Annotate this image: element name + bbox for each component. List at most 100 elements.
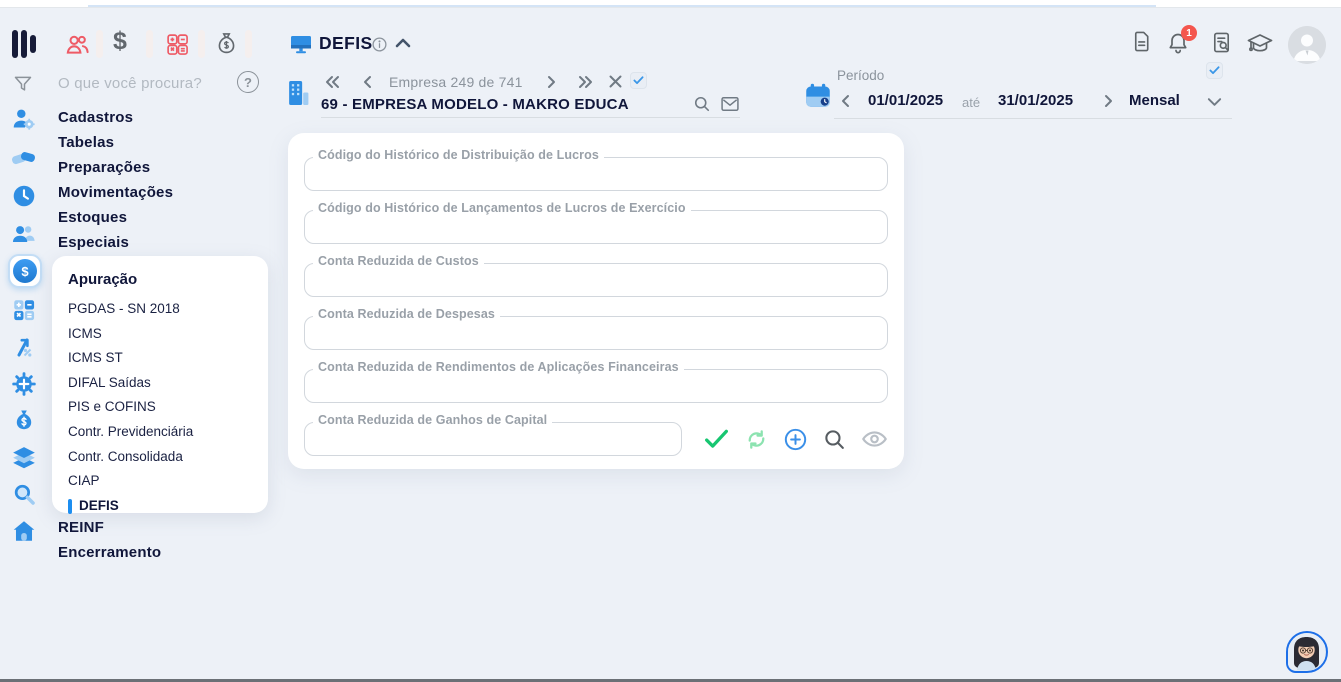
period-mode-chevron-down-icon[interactable] [1206,95,1223,114]
company-counter: Empresa 249 de 741 [389,74,523,90]
period-checkbox[interactable] [1206,62,1223,79]
layers-icon[interactable] [11,445,37,476]
chat-assistant-button[interactable] [1286,631,1328,673]
period-mode-select[interactable]: Mensal [1129,92,1180,109]
training-graduation-cap-icon[interactable] [1246,32,1274,61]
form-actions [703,427,888,452]
clients-icon[interactable] [64,31,91,63]
field-label: Conta Reduzida de Despesas [313,307,500,321]
submenu-title-apuracao[interactable]: Apuração [68,268,268,292]
notification-badge: 1 [1181,25,1197,41]
movimentacoes-clock-icon[interactable] [11,183,37,214]
company-active-checkbox[interactable] [630,72,647,89]
dollar-quick-icon[interactable]: $ [113,27,127,56]
calculator-quick-icon[interactable] [165,32,190,62]
field-distribuicao-lucros-input[interactable] [304,157,888,191]
period-until-label: até [962,95,981,110]
sidebar-item-movimentacoes[interactable]: Movimentações [58,180,173,205]
sidebar-item-cadastros[interactable]: Cadastros [58,105,173,130]
sidebar-item-encerramento[interactable]: Encerramento [58,540,161,565]
company-underline [321,117,740,118]
defis-form-card: Código do Histórico de Distribuição de L… [288,133,904,469]
progress-line [88,5,1156,7]
preparacoes-handshake-icon[interactable] [10,146,38,175]
last-company-button[interactable] [576,73,596,96]
page-title: DEFIS [319,33,373,53]
calendar-icon[interactable] [804,82,832,114]
assistant-avatar [1288,633,1325,670]
search-rail-icon[interactable] [12,482,37,512]
submenu-item-contr-consolidada[interactable]: Contr. Consolidada [68,445,268,470]
company-search-icon[interactable] [692,94,712,119]
especiais-people-icon[interactable] [11,221,37,252]
documents-icon[interactable] [1130,29,1153,59]
sidebar-item-especiais[interactable]: Especiais [58,230,173,255]
apuracao-submenu-panel: Apuração PGDAS - SN 2018 ICMS ICMS ST DI… [52,256,268,514]
help-question-icon[interactable]: ? [237,71,259,93]
field-ganhos-capital: Conta Reduzida de Ganhos de Capital [304,413,682,456]
money-bag-quick-icon[interactable] [214,31,239,63]
submenu-item-difal-saidas[interactable]: DIFAL Saídas [68,371,268,396]
submenu-item-icms-st[interactable]: ICMS ST [68,346,268,371]
field-conta-despesas-input[interactable] [304,316,888,350]
sidebar-menu: Cadastros Tabelas Preparações Movimentaç… [58,105,173,255]
cadastros-person-gear-icon[interactable] [11,106,37,137]
field-lancamentos-lucros: Código do Histórico de Lançamentos de Lu… [304,201,888,244]
field-lancamentos-lucros-input[interactable] [304,210,888,244]
period-end-date[interactable]: 31/01/2025 [998,92,1073,109]
apuracao-dollar-icon-active[interactable]: $ [8,254,42,288]
divider [96,30,103,58]
add-button[interactable] [783,427,808,452]
next-period-button[interactable] [1100,92,1116,115]
company-name-field[interactable]: 69 - EMPRESA MODELO - MAKRO EDUCA [321,96,629,113]
user-avatar[interactable] [1288,26,1326,64]
divider [198,30,205,58]
submenu-item-defis-selected[interactable]: DEFIS [68,494,268,519]
notifications-bell-icon[interactable]: 1 [1166,25,1197,61]
field-label: Conta Reduzida de Rendimentos de Aplicaç… [313,360,684,374]
field-conta-rendimentos-input[interactable] [304,369,888,403]
home-icon[interactable] [11,518,37,549]
clear-company-button[interactable] [607,73,624,95]
makro-logo[interactable] [11,29,39,59]
money-bag-rail-icon[interactable] [12,408,36,439]
confirm-check-button[interactable] [703,427,730,451]
gear-crosshair-icon[interactable] [11,371,37,402]
view-eye-button[interactable] [861,427,888,451]
period-label: Período [837,68,885,83]
next-company-button[interactable] [543,73,559,96]
submenu-item-contr-previdenciaria[interactable]: Contr. Previdenciária [68,420,268,445]
field-ganhos-capital-input[interactable] [304,422,682,456]
envelope-icon[interactable] [720,95,740,118]
field-label: Conta Reduzida de Custos [313,254,484,268]
sidebar-item-preparacoes[interactable]: Preparações [58,155,173,180]
field-distribuicao-lucros: Código do Histórico de Distribuição de L… [304,148,888,191]
prev-company-button[interactable] [360,73,376,96]
sidebar-item-tabelas[interactable]: Tabelas [58,130,173,155]
sidebar-item-estoques[interactable]: Estoques [58,205,173,230]
field-label: Código do Histórico de Lançamentos de Lu… [313,201,691,215]
info-icon[interactable] [371,36,388,58]
field-conta-custos: Conta Reduzida de Custos [304,254,888,297]
submenu-item-pis-cofins[interactable]: PIS e COFINS [68,395,268,420]
sidebar-search-input[interactable]: O que você procura? [58,75,228,92]
dollar-glyph: $ [13,259,37,283]
submenu-item-ciap[interactable]: CIAP [68,469,268,494]
first-company-button[interactable] [322,73,342,96]
filter-funnel-icon[interactable] [13,74,33,99]
building-icon [286,79,311,112]
refresh-button[interactable] [744,427,769,452]
trending-percent-icon[interactable] [12,334,36,365]
field-label: Código do Histórico de Distribuição de L… [313,148,604,162]
prev-period-button[interactable] [838,92,854,115]
search-button[interactable] [822,427,847,452]
field-conta-custos-input[interactable] [304,263,888,297]
audit-doc-search-icon[interactable] [1210,30,1233,60]
field-conta-despesas: Conta Reduzida de Despesas [304,307,888,350]
calculator-rail-icon[interactable] [11,297,37,328]
sidebar-item-reinf[interactable]: REINF [58,515,161,540]
submenu-item-pgdas[interactable]: PGDAS - SN 2018 [68,297,268,322]
period-start-date[interactable]: 01/01/2025 [868,92,943,109]
submenu-item-icms[interactable]: ICMS [68,322,268,347]
collapse-chevron-up-icon[interactable] [394,36,412,55]
